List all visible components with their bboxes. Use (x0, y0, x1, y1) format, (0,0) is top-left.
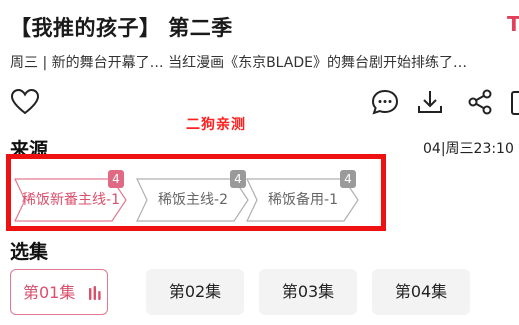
heart-icon (10, 88, 40, 115)
watermark-text: 二狗亲测 (186, 117, 246, 133)
source-route-1[interactable]: 稀饭新番主线-1 4 (14, 170, 128, 222)
route-badge: 4 (108, 170, 124, 188)
route-badge: 4 (340, 170, 356, 188)
playing-bars-icon (89, 286, 101, 300)
episode-label: 第03集 (281, 282, 335, 301)
more-button[interactable] (508, 86, 519, 118)
favorite-button[interactable] (9, 86, 41, 118)
episode-button-1[interactable]: 第01集 (10, 269, 108, 315)
episode-description[interactable]: 周三 | 新的舞台开幕了… 当红漫画《东京BLADE》的舞台剧开始排练了… (10, 52, 519, 72)
title-corner-glyph: T (507, 12, 519, 36)
source-route-2[interactable]: 稀饭主线-2 4 (136, 170, 250, 222)
page-title: 【我推的孩子】 第二季 (10, 16, 233, 40)
comment-button[interactable] (369, 86, 401, 118)
episode-label: 第04集 (394, 282, 448, 301)
air-time: 04|周三23:10 (423, 141, 514, 157)
share-button[interactable] (464, 86, 496, 118)
download-button[interactable] (414, 86, 446, 118)
comment-icon (371, 89, 399, 115)
episode-button-2[interactable]: 第02集 (146, 269, 244, 315)
more-icon (511, 91, 519, 115)
episode-heading: 选集 (10, 241, 49, 263)
download-icon (418, 91, 442, 113)
episode-button-3[interactable]: 第03集 (259, 269, 357, 315)
route-badge: 4 (230, 170, 246, 188)
episode-label: 第01集 (23, 283, 76, 302)
episode-label: 第02集 (168, 282, 222, 301)
episode-button-4[interactable]: 第04集 (372, 269, 470, 315)
source-route-3[interactable]: 稀饭备用-1 4 (246, 170, 360, 222)
share-icon (468, 89, 492, 115)
